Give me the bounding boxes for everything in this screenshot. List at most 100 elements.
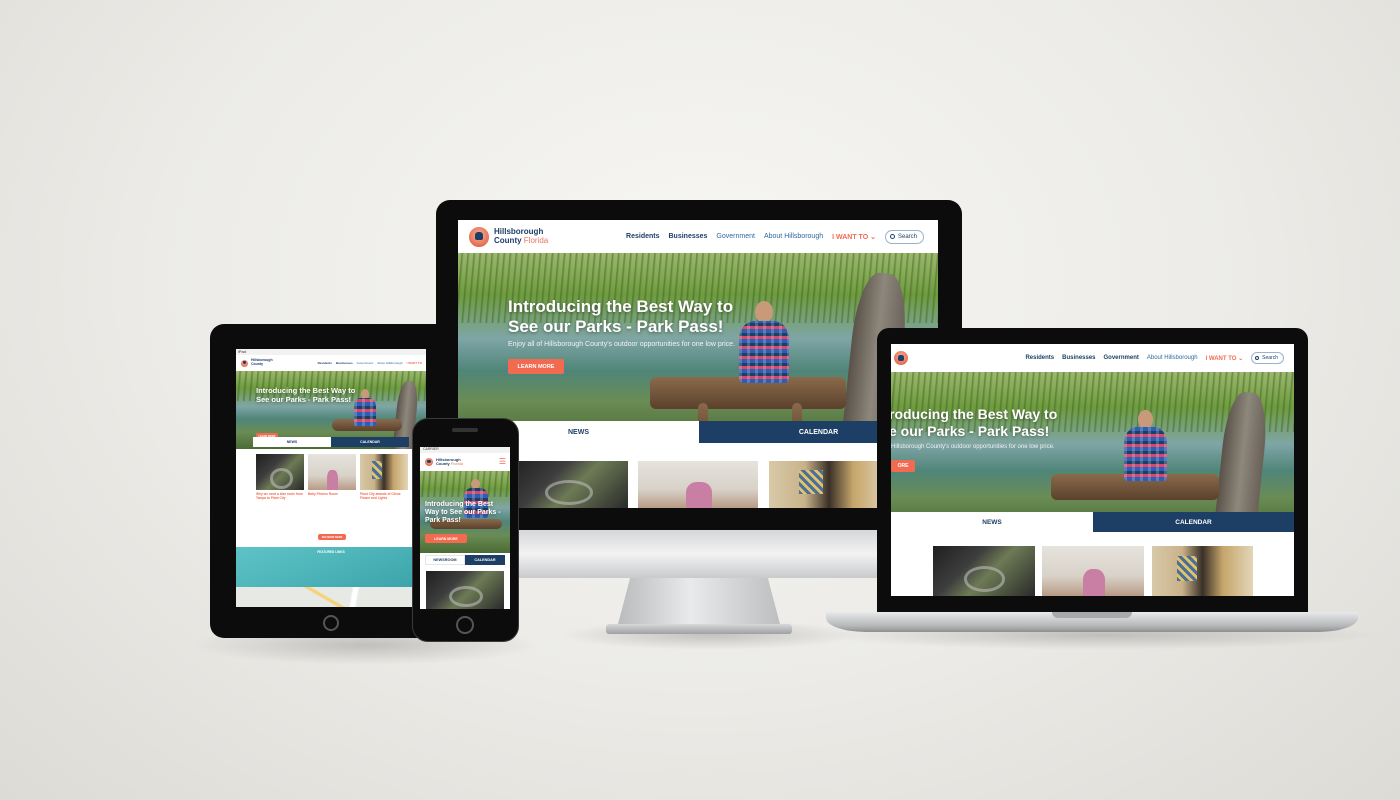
laptop-news-image-yoga[interactable]	[1042, 546, 1144, 596]
plaid-shirt	[354, 398, 376, 426]
laptop-main-nav: Residents Businesses Government About Hi…	[1025, 352, 1284, 364]
laptop-screen: Residents Businesses Government About Hi…	[891, 344, 1294, 596]
search-icon	[889, 234, 895, 239]
hero-title-line-1: Introducing the Best Way to	[508, 297, 734, 316]
tablet-hero-title-line-2: See our Parks - Park Pass!	[256, 394, 352, 404]
person-head	[755, 301, 773, 323]
tablet-nav-residents[interactable]: Residents	[318, 361, 332, 365]
tablet-news-image-bikes[interactable]	[256, 454, 304, 490]
laptop-hero-title-line-2: e our Parks - Park Pass!	[891, 422, 1050, 439]
laptop-search-label: Search	[1262, 355, 1278, 361]
laptop-tab-calendar[interactable]: CALENDAR	[1093, 512, 1294, 532]
laptop-news-calendar-tabs: NEWS CALENDAR	[891, 512, 1294, 532]
logo-line-3: Florida	[523, 235, 549, 245]
laptop-nav-government[interactable]: Government	[1104, 355, 1139, 361]
tablet-home-button[interactable]	[323, 615, 339, 631]
laptop-nav-i-want-to-label: I WANT TO	[1205, 355, 1237, 362]
nav-about[interactable]: About Hillsborough	[764, 233, 823, 240]
seated-person	[733, 301, 793, 391]
tablet-card-title[interactable]: Plant City awards of Citrus Flower and L…	[360, 492, 408, 500]
phone-hero-title: Introducing the Best Way to See our Park…	[425, 501, 501, 525]
plaid-shirt	[1124, 427, 1167, 481]
laptop-hero-title-line-1: roducing the Best Way to	[891, 406, 1058, 422]
tablet-hero-title: Introducing the Best Way to See our Park…	[256, 386, 355, 405]
laptop-search-box[interactable]: Search	[1251, 352, 1284, 364]
chevron-down-icon: ⌄	[870, 233, 876, 241]
nav-residents[interactable]: Residents	[626, 233, 659, 240]
logo-wordmark[interactable]: Hillsborough County Florida	[494, 227, 549, 245]
phone-logo-icon[interactable]	[424, 457, 434, 467]
tablet-logo-wordmark[interactable]: Hillsborough County	[251, 359, 273, 366]
tablet-screen: iPad Hillsborough County Residents Busin…	[236, 349, 426, 607]
hero-title-line-2: See our Parks - Park Pass!	[508, 317, 724, 337]
phone-home-button[interactable]	[456, 616, 474, 634]
logo-line-2: County	[494, 235, 522, 245]
laptop-site-header: Residents Businesses Government About Hi…	[891, 344, 1294, 372]
laptop-news-image-architecture[interactable]	[1152, 546, 1253, 596]
tablet-card-title[interactable]: Baby Fitness Room	[308, 492, 356, 497]
tablet-logo-line-2: County	[251, 362, 264, 366]
laptop-tab-news[interactable]: NEWS	[891, 512, 1093, 532]
tablet-logo-icon[interactable]	[240, 358, 249, 368]
tablet-main-nav: Residents Businesses Government About Hi…	[318, 361, 422, 365]
nav-government[interactable]: Government	[716, 233, 755, 240]
tablet-featured-links: FEATURED LINKS	[236, 547, 426, 587]
tablet-nav-government[interactable]: Government	[357, 361, 374, 365]
laptop-learn-more-button[interactable]: ORE	[891, 460, 915, 472]
learn-more-button[interactable]: LEARN MORE	[508, 359, 564, 374]
nav-i-want-to[interactable]: I WANT TO ⌄	[832, 233, 876, 241]
tablet-news-image-yoga[interactable]	[308, 454, 356, 490]
laptop-nav-i-want-to[interactable]: I WANT TO ⌄	[1206, 355, 1244, 362]
hamburger-menu-icon[interactable]: ☰	[499, 458, 506, 466]
phone-learn-more-button[interactable]: LEARN MORE	[425, 534, 467, 543]
phone-logo-line-3: Florida	[450, 461, 464, 466]
imac-stand	[617, 578, 781, 628]
laptop-news-image-bikes[interactable]	[933, 546, 1035, 596]
laptop-hero-subtitle: Hillsborough County's outdoor opportunit…	[891, 444, 1055, 450]
laptop-hero-banner: roducing the Best Way to e our Parks - P…	[891, 372, 1294, 532]
phone-speaker	[452, 428, 478, 432]
tablet-card-title[interactable]: Why we need a bike route from Tampa to P…	[256, 492, 304, 500]
tablet-map[interactable]	[236, 587, 426, 607]
laptop-hero-title: roducing the Best Way to e our Parks - P…	[891, 406, 1057, 439]
imac-base	[606, 624, 792, 634]
laptop-nav-residents[interactable]: Residents	[1025, 355, 1054, 361]
tablet-nav-i-want-to[interactable]: I WANT TO	[407, 361, 422, 365]
phone-news-image-bikes[interactable]	[426, 571, 504, 609]
news-image-architecture[interactable]	[769, 461, 889, 508]
tablet-see-more-news-button[interactable]: SEE MORE NEWS	[318, 534, 346, 540]
tablet-tab-news[interactable]: NEWS	[253, 437, 331, 447]
nav-i-want-to-label: I WANT TO	[832, 233, 869, 241]
phone-tab-newsroom[interactable]: NEWSROOM	[425, 555, 465, 565]
plaid-shirt	[739, 321, 789, 383]
laptop-logo-icon[interactable]	[893, 350, 909, 366]
seated-person	[352, 389, 378, 429]
laptop-nav-about[interactable]: About Hillsborough	[1147, 355, 1198, 361]
tablet-nav-businesses[interactable]: Businesses	[336, 361, 353, 365]
imac-screen: Hillsborough County Florida Residents Bu…	[458, 220, 938, 508]
phone-site-header: Hillsborough County Florida ☰	[420, 453, 510, 471]
nav-businesses[interactable]: Businesses	[669, 233, 708, 240]
tablet-tab-calendar[interactable]: CALENDAR	[331, 437, 409, 447]
tablet-site-header: Hillsborough County Residents Businesses…	[236, 355, 426, 371]
laptop-nav-businesses[interactable]: Businesses	[1062, 355, 1095, 361]
county-logo-icon[interactable]	[468, 225, 490, 248]
tablet-news-image-architecture[interactable]	[360, 454, 408, 490]
hero-title: Introducing the Best Way to See our Park…	[508, 297, 733, 337]
search-box[interactable]: Search	[884, 229, 924, 244]
tablet-nav-about[interactable]: About Hillsborough	[377, 361, 402, 365]
search-label: Search	[897, 233, 917, 240]
news-image-bikes[interactable]	[510, 461, 628, 508]
chevron-down-icon: ⌄	[1238, 355, 1244, 362]
seated-person	[1119, 410, 1171, 490]
news-calendar-tabs: NEWS CALENDAR	[458, 421, 938, 443]
phone-logo-line-2: County	[436, 461, 450, 466]
laptop-notch	[1052, 612, 1132, 618]
search-icon	[1255, 356, 1260, 360]
news-image-yoga[interactable]	[638, 461, 758, 508]
phone-logo-wordmark[interactable]: Hillsborough County Florida	[436, 457, 464, 466]
phone-hero-banner: Introducing the Best Way to See our Park…	[420, 471, 510, 553]
site-header: Hillsborough County Florida Residents Bu…	[458, 220, 938, 253]
phone-tab-calendar[interactable]: CALENDAR	[465, 555, 505, 565]
phone-screen: CARRIER Hillsborough County Florida ☰ In…	[420, 447, 510, 609]
